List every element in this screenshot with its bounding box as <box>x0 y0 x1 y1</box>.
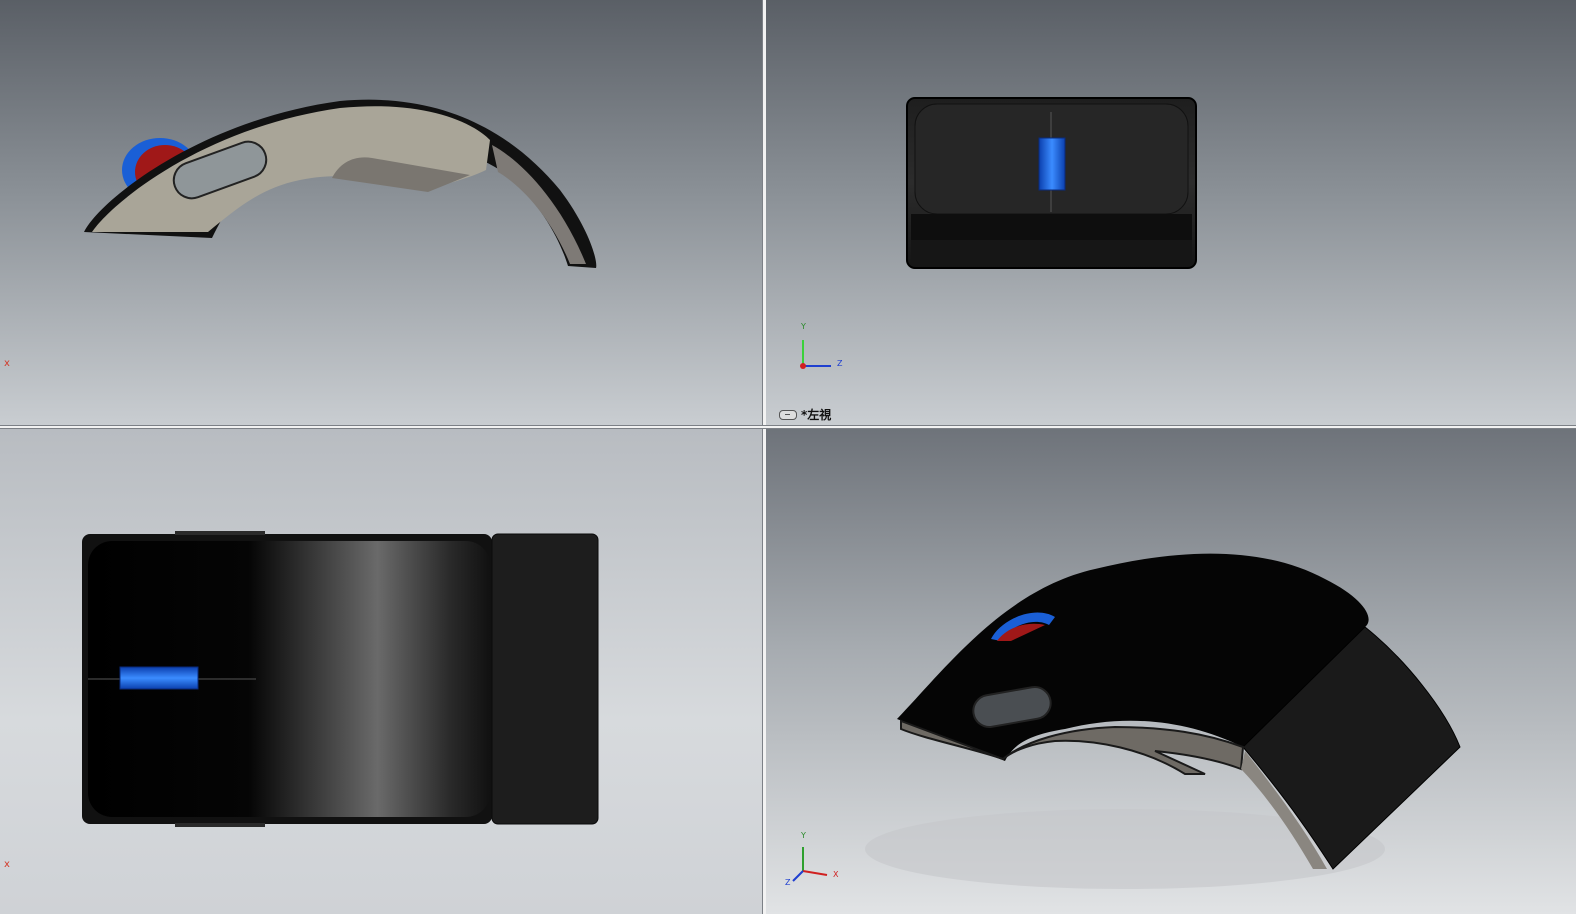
origin-mark: x <box>4 358 10 369</box>
viewport-front[interactable]: x <box>0 0 762 425</box>
view-name-text: *左視 <box>801 408 832 422</box>
axis-triad <box>792 847 828 882</box>
hinge-flap <box>492 145 586 264</box>
mouse-side-profile <box>84 99 597 268</box>
viewport-splitter-vertical[interactable] <box>762 0 766 914</box>
hinge-panel <box>491 533 599 825</box>
base-band <box>911 214 1192 240</box>
mouse-isometric-view <box>792 553 1461 889</box>
mouse-left-view <box>800 97 1197 369</box>
scroll-wheel <box>119 666 199 690</box>
cad-four-view-window: x Y Z *左視 x Y X Z <box>0 0 1576 914</box>
viewport-isometric[interactable]: Y X Z <box>765 429 1576 914</box>
base-lower <box>911 240 1192 264</box>
view-name[interactable]: *左視 <box>779 406 831 423</box>
axis-z-label: Z <box>785 878 791 887</box>
axis-y-label: Y <box>801 322 806 331</box>
axis-y-label: Y <box>801 831 806 840</box>
viewport-top[interactable]: x <box>0 429 762 914</box>
viewport-splitter-horizontal[interactable] <box>0 425 1576 429</box>
scroll-wheel <box>1038 137 1066 191</box>
viewport-left[interactable]: Y Z *左視 <box>765 0 1576 425</box>
bottom-edge-detail <box>175 823 265 827</box>
origin-mark: x <box>4 859 10 870</box>
axis-z-label: Z <box>837 359 843 368</box>
link-view-icon[interactable] <box>779 409 797 420</box>
axis-x-label: X <box>833 870 839 879</box>
axis-triad <box>800 340 831 369</box>
top-edge-detail <box>175 531 265 535</box>
mouse-top-view <box>82 531 599 827</box>
